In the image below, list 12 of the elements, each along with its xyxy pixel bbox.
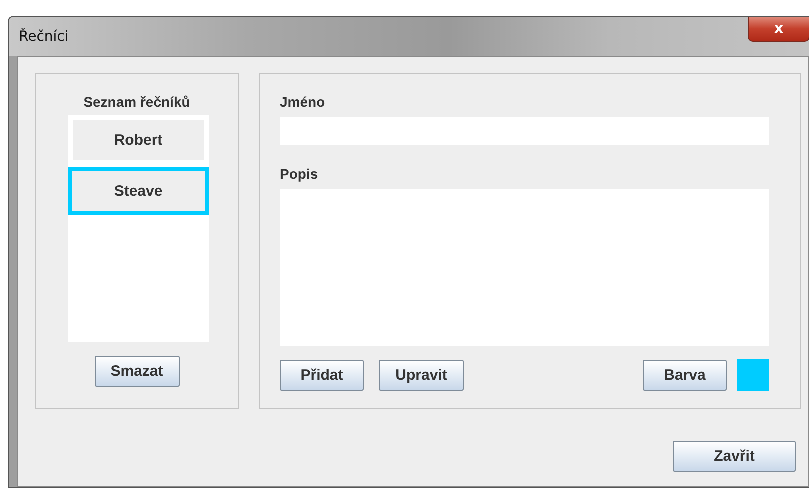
delete-button[interactable]: Smazat [94,356,180,387]
name-label: Jméno [280,94,326,110]
speaker-item[interactable]: Steave [68,167,209,215]
description-label: Popis [280,166,318,182]
window-title: Řečníci [19,28,69,44]
add-button[interactable]: Přidat [280,360,364,390]
list-heading: Seznam řečníků [84,93,190,111]
close-dialog-button[interactable]: Zavřit [673,441,796,472]
color-button[interactable]: Barva [643,360,727,390]
close-button[interactable]: x [748,17,809,42]
edit-button[interactable]: Upravit [379,360,464,390]
speaker-item[interactable]: Robert [73,120,204,160]
